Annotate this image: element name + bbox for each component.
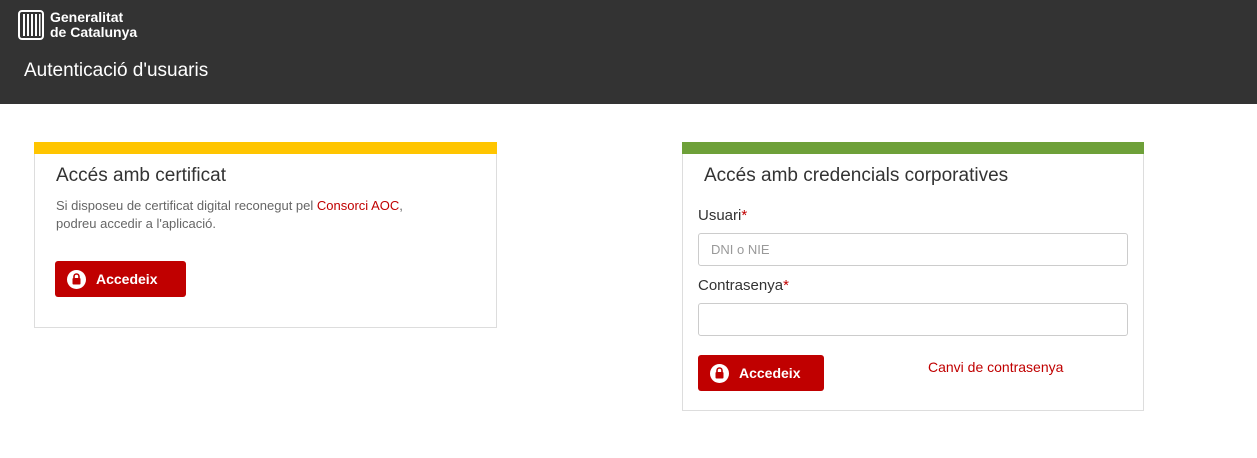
app-title: Autenticació d'usuaris xyxy=(24,60,209,81)
logo-line-1: Generalitat xyxy=(50,9,124,25)
certificate-panel-title: Accés amb certificat xyxy=(56,165,226,186)
user-label-text: Usuari xyxy=(698,207,742,224)
user-field-label: Usuari* xyxy=(698,207,747,224)
certificate-desc-comma: , xyxy=(399,198,403,213)
page-header: Generalitat de Catalunya Autenticació d'… xyxy=(0,0,1257,104)
generalitat-logo[interactable]: Generalitat de Catalunya xyxy=(18,10,137,40)
logo-line-2: de Catalunya xyxy=(50,24,138,40)
certificate-desc-text: Si disposeu de certificat digital recone… xyxy=(56,198,317,213)
certificate-access-button[interactable]: Accedeix xyxy=(55,261,186,297)
certificate-panel-accent-bar xyxy=(34,142,497,154)
credentials-login-panel: Accés amb credencials corporatives Usuar… xyxy=(682,142,1144,411)
user-required-marker: * xyxy=(741,207,748,224)
password-label-text: Contrasenya xyxy=(698,277,784,294)
change-password-link[interactable]: Canvi de contrasenya xyxy=(928,359,1063,375)
credentials-panel-accent-bar xyxy=(682,142,1144,154)
password-input[interactable] xyxy=(698,303,1128,336)
password-field-label: Contrasenya* xyxy=(698,277,789,294)
certificate-access-button-label: Accedeix xyxy=(96,271,158,287)
password-required-marker: * xyxy=(783,277,789,294)
lock-icon xyxy=(67,269,86,289)
lock-icon xyxy=(710,363,729,383)
certificate-desc-line2: podreu accedir a l'aplicació. xyxy=(56,216,217,231)
certificate-login-panel: Accés amb certificat Si disposeu de cert… xyxy=(34,142,497,328)
consorci-aoc-link[interactable]: Consorci AOC xyxy=(317,198,399,213)
credentials-access-button-label: Accedeix xyxy=(739,365,801,381)
certificate-description: Si disposeu de certificat digital recone… xyxy=(56,197,476,233)
user-input[interactable] xyxy=(698,233,1128,266)
generalitat-logo-icon xyxy=(18,10,44,40)
credentials-access-button[interactable]: Accedeix xyxy=(698,355,824,391)
logo-text: Generalitat de Catalunya xyxy=(50,10,137,40)
credentials-panel-title: Accés amb credencials corporatives xyxy=(704,165,1009,186)
